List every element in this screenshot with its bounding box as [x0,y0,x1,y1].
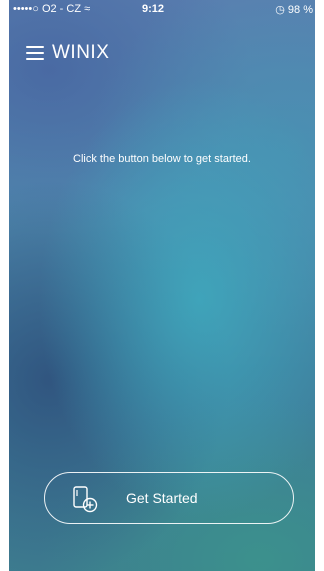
app-screen: •••••○ O2 - CZ ≈ 9:12 ◷ 98 % WINIX Click… [9,0,315,571]
get-started-label: Get Started [126,490,198,506]
carrier-label: •••••○ O2 - CZ ≈ [13,3,90,15]
alarm-icon: ◷ [275,4,288,16]
status-bar: •••••○ O2 - CZ ≈ 9:12 ◷ 98 % [9,0,315,20]
app-header: WINIX [9,38,315,68]
battery-percent: 98 % [287,4,313,16]
hamburger-menu-icon[interactable] [26,46,44,60]
intro-message: Click the button below to get started. [73,153,251,165]
add-device-icon [73,486,98,513]
wifi-icon: ≈ [84,3,91,15]
carrier-text: •••••○ O2 - CZ [13,3,85,15]
battery-status: ◷ 98 % [275,3,313,16]
get-started-button[interactable]: Get Started [44,472,294,524]
app-title: WINIX [52,42,110,63]
status-time: 9:12 [142,3,165,15]
app-frame: •••••○ O2 - CZ ≈ 9:12 ◷ 98 % WINIX Click… [0,0,324,571]
